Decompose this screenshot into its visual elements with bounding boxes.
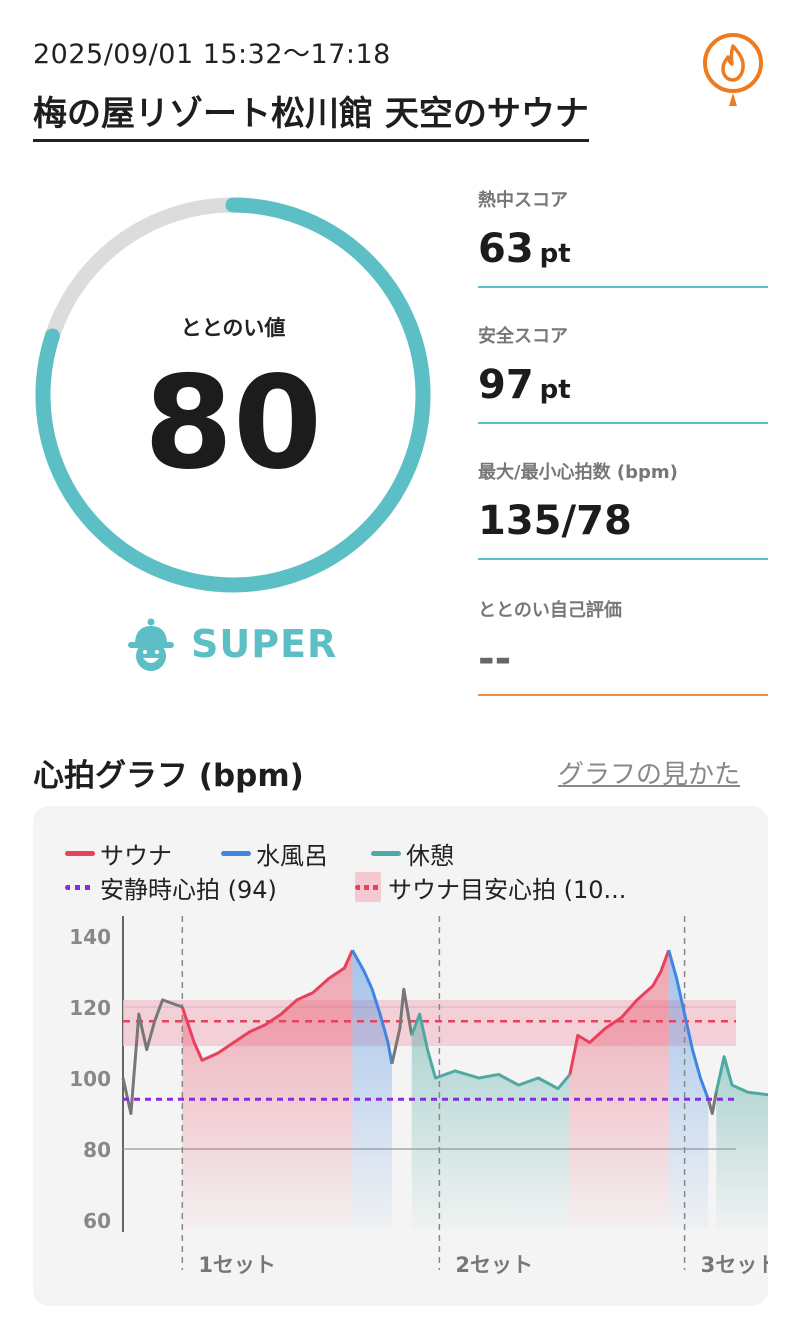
totonoi-level: SUPER [191,622,338,666]
divider [478,694,768,696]
totonoi-label: ととのい値 [180,316,286,340]
fire-speech-icon[interactable] [700,30,766,108]
area-水風呂 [668,950,709,1228]
stat-unit: pt [539,375,571,405]
graph-title: 心拍グラフ (bpm) [33,758,304,794]
divider [478,422,768,424]
stat-label: 最大/最小心拍数 (bpm) [478,462,678,483]
heart-rate-chart: 60 80 100 120 140 1セット 2セット 3セット [69,916,768,1277]
y-tick-label: 120 [69,996,111,1020]
divider [478,286,768,288]
y-tick-label: 100 [69,1067,111,1091]
y-tick-label: 140 [69,925,111,949]
totonoi-value: 80 [143,349,323,498]
area-休憩 [411,1014,570,1228]
stat-label: ととのい自己評価 [478,600,622,621]
divider [478,558,768,560]
stat-heat-score: 熱中スコア 63 pt [478,186,768,290]
happy-bell-face-icon [128,618,174,671]
stat-unit: pt [539,239,571,269]
stat-value: -- [478,636,512,682]
set-label: 1セット [198,1253,276,1277]
stat-value: 135/78 [478,498,632,544]
stat-self-rating[interactable]: ととのい自己評価 -- [478,596,768,700]
stat-value: 97 [478,362,534,408]
facility-name-link[interactable]: 梅の屋リゾート松川館 天空のサウナ [33,86,589,142]
y-tick-label: 60 [83,1209,111,1233]
area-サウナ [182,950,353,1228]
stat-safety-score: 安全スコア 97 pt [478,322,768,426]
stat-value: 63 [478,226,534,272]
set-label: 3セット [701,1253,768,1277]
session-datetime: 2025/09/01 15:32～17:18 [33,39,391,70]
stat-heart-rate: 最大/最小心拍数 (bpm) 135/78 [478,458,768,562]
y-tick-label: 80 [83,1138,111,1162]
area-サウナ [569,950,669,1228]
stat-label: 熱中スコア [478,190,568,211]
graph-help-link[interactable]: グラフの見かた [558,754,740,791]
area-休憩 [716,1056,768,1228]
set-label: 2セット [455,1253,533,1277]
series-line-other [706,1091,718,1115]
stat-label: 安全スコア [478,326,568,347]
